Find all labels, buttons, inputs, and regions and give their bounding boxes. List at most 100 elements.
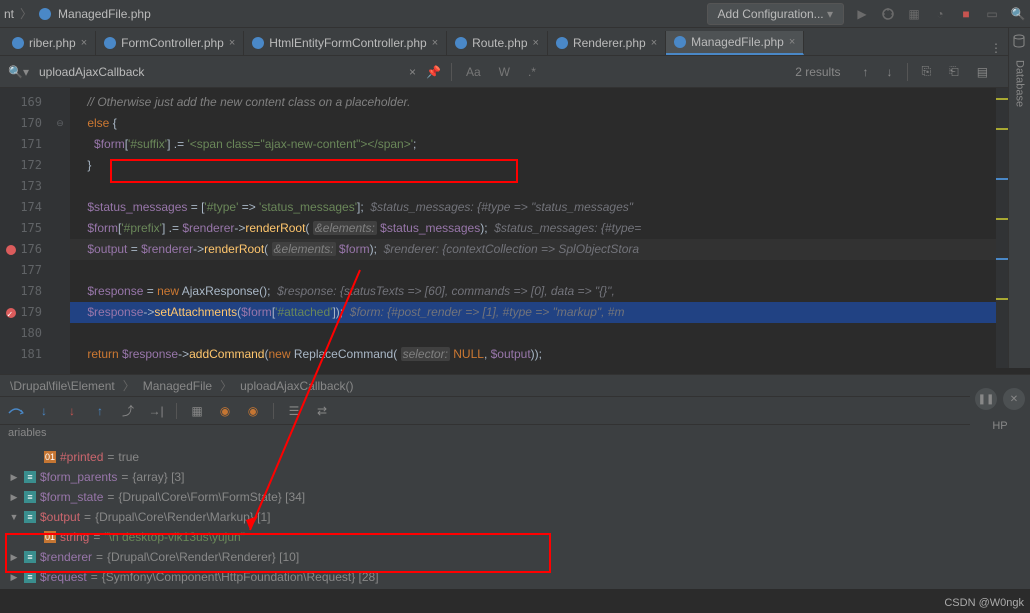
drop-frame-icon[interactable]: ⤴ <box>120 403 136 419</box>
trace2-icon[interactable]: ◉ <box>245 403 261 419</box>
step-into-icon[interactable]: ↓ <box>36 403 52 419</box>
database-icon[interactable] <box>1012 34 1028 50</box>
fold-marker[interactable] <box>50 176 70 197</box>
list-icon[interactable]: ☰ <box>286 403 302 419</box>
select-all-icon[interactable]: ⎘ <box>918 64 936 79</box>
editor-tab[interactable]: Renderer.php× <box>548 31 666 55</box>
fold-marker[interactable] <box>50 344 70 365</box>
fold-marker[interactable] <box>50 281 70 302</box>
code-line[interactable]: $status_messages = ['#type' => 'status_m… <box>70 197 1030 218</box>
pause-button[interactable]: ❚❚ <box>975 388 997 410</box>
tab-overflow-icon[interactable]: ⋮ <box>984 41 1008 55</box>
line-number[interactable]: 172 <box>0 155 50 176</box>
code-line[interactable]: $form['#prefix'] .= $renderer->renderRoo… <box>70 218 1030 239</box>
close-icon[interactable]: × <box>432 37 438 49</box>
code-line[interactable]: $response = new AjaxResponse(); $respons… <box>70 281 1030 302</box>
words-toggle[interactable]: W <box>495 65 514 79</box>
variable-row[interactable]: ▶≡$form_parents = {array} [3] <box>4 467 1030 487</box>
tree-toggle-icon[interactable]: ▶ <box>8 572 20 583</box>
match-case-toggle[interactable]: Aa <box>462 65 485 79</box>
close-icon[interactable]: × <box>533 37 539 49</box>
code-line[interactable]: $response->setAttachments($form['#attach… <box>70 302 1030 323</box>
profile-icon[interactable]: ◔ <box>932 6 948 22</box>
variable-row[interactable]: ▶≡$form_state = {Drupal\Core\Form\FormSt… <box>4 487 1030 507</box>
run-to-cursor-icon[interactable]: →| <box>148 403 164 419</box>
close-icon[interactable]: × <box>651 37 657 49</box>
tree-toggle-icon[interactable]: ▶ <box>8 552 20 563</box>
more-icon[interactable]: ⇄ <box>314 403 330 419</box>
add-configuration-dropdown[interactable]: Add Configuration... ▾ <box>707 3 844 25</box>
code-editor[interactable]: // Otherwise just add the new content cl… <box>70 88 1030 374</box>
step-over-icon[interactable] <box>8 403 24 419</box>
code-line[interactable]: // Otherwise just add the new content cl… <box>70 92 1030 113</box>
line-number[interactable]: 174 <box>0 197 50 218</box>
breadcrumb-item[interactable]: uploadAjaxCallback() <box>240 379 353 393</box>
code-line[interactable]: return $response->addCommand(new Replace… <box>70 344 1030 365</box>
stop-icon[interactable]: ■ <box>958 6 974 22</box>
code-line[interactable] <box>70 260 1030 281</box>
coverage-icon[interactable]: ▦ <box>906 6 922 22</box>
search-input[interactable]: uploadAjaxCallback <box>39 65 399 79</box>
line-number[interactable]: 178 <box>0 281 50 302</box>
breadcrumb-item[interactable]: ManagedFile <box>143 379 212 393</box>
fold-marker[interactable] <box>50 134 70 155</box>
code-line[interactable]: $form['#suffix'] .= '<span class="ajax-n… <box>70 134 1030 155</box>
editor-tab[interactable]: ManagedFile.php× <box>666 31 804 55</box>
code-line[interactable]: else { <box>70 113 1030 134</box>
fold-marker[interactable] <box>50 323 70 344</box>
code-line[interactable]: $output = $renderer->renderRoot( &elemen… <box>70 239 1030 260</box>
clear-search-icon[interactable]: × <box>409 65 416 79</box>
run-icon[interactable]: ▶ <box>854 6 870 22</box>
line-number[interactable]: 171 <box>0 134 50 155</box>
line-number[interactable]: 170 <box>0 113 50 134</box>
breadcrumb-item[interactable]: \Drupal\file\Element <box>10 379 115 393</box>
add-selection-icon[interactable]: ⎗ <box>945 64 963 79</box>
close-icon[interactable]: × <box>81 37 87 49</box>
tree-toggle-icon[interactable]: ▼ <box>8 512 20 522</box>
editor-tab[interactable]: FormController.php× <box>96 31 244 55</box>
line-number[interactable]: 181 <box>0 344 50 365</box>
line-number[interactable]: 176 <box>0 239 50 260</box>
regex-toggle[interactable]: .* <box>524 65 540 79</box>
layout-icon[interactable]: ▭ <box>984 6 1000 22</box>
next-match-icon[interactable]: ↓ <box>883 65 897 79</box>
code-line[interactable] <box>70 176 1030 197</box>
database-label[interactable]: Database <box>1014 60 1026 107</box>
force-step-into-icon[interactable]: ↓ <box>64 403 80 419</box>
code-line[interactable] <box>70 323 1030 344</box>
variable-row[interactable]: ▼≡$output = {Drupal\Core\Render\Markup} … <box>4 507 1030 527</box>
line-number[interactable]: 177 <box>0 260 50 281</box>
fold-marker[interactable] <box>50 260 70 281</box>
fold-marker[interactable] <box>50 92 70 113</box>
prev-match-icon[interactable]: ↑ <box>859 65 873 79</box>
fold-marker[interactable] <box>50 239 70 260</box>
pin-search-icon[interactable]: 📌 <box>426 65 441 79</box>
variable-row[interactable]: ▶≡$request = {Symfony\Component\HttpFoun… <box>4 567 1030 587</box>
line-number[interactable]: 179 <box>0 302 50 323</box>
fold-marker[interactable] <box>50 197 70 218</box>
editor-minimap[interactable] <box>996 88 1008 368</box>
step-out-icon[interactable]: ↑ <box>92 403 108 419</box>
stop-button[interactable]: ✕ <box>1003 388 1025 410</box>
variable-row[interactable]: 01string = "\n desktop-vik13us\yujun" <box>4 527 1030 547</box>
line-number[interactable]: 169 <box>0 92 50 113</box>
line-number[interactable]: 180 <box>0 323 50 344</box>
search-everywhere-icon[interactable]: 🔍 <box>1010 6 1026 22</box>
variable-row[interactable]: 01#printed = true <box>4 447 1030 467</box>
fold-marker[interactable] <box>50 302 70 323</box>
close-icon[interactable]: × <box>789 36 795 48</box>
fold-marker[interactable]: ⊖ <box>50 113 70 134</box>
fold-marker[interactable] <box>50 155 70 176</box>
close-icon[interactable]: × <box>229 37 235 49</box>
tree-toggle-icon[interactable]: ▶ <box>8 492 20 503</box>
evaluate-icon[interactable]: ▦ <box>189 403 205 419</box>
editor-tab[interactable]: Route.php× <box>447 31 548 55</box>
editor-tab[interactable]: HtmlEntityFormController.php× <box>244 31 447 55</box>
line-number[interactable]: 175 <box>0 218 50 239</box>
filter-icon[interactable]: ▤ <box>973 65 992 79</box>
variables-tree[interactable]: 01#printed = true▶≡$form_parents = {arra… <box>0 445 1030 589</box>
debug-icon[interactable] <box>880 6 896 22</box>
trace-icon[interactable]: ◉ <box>217 403 233 419</box>
fold-marker[interactable] <box>50 218 70 239</box>
line-number[interactable]: 173 <box>0 176 50 197</box>
